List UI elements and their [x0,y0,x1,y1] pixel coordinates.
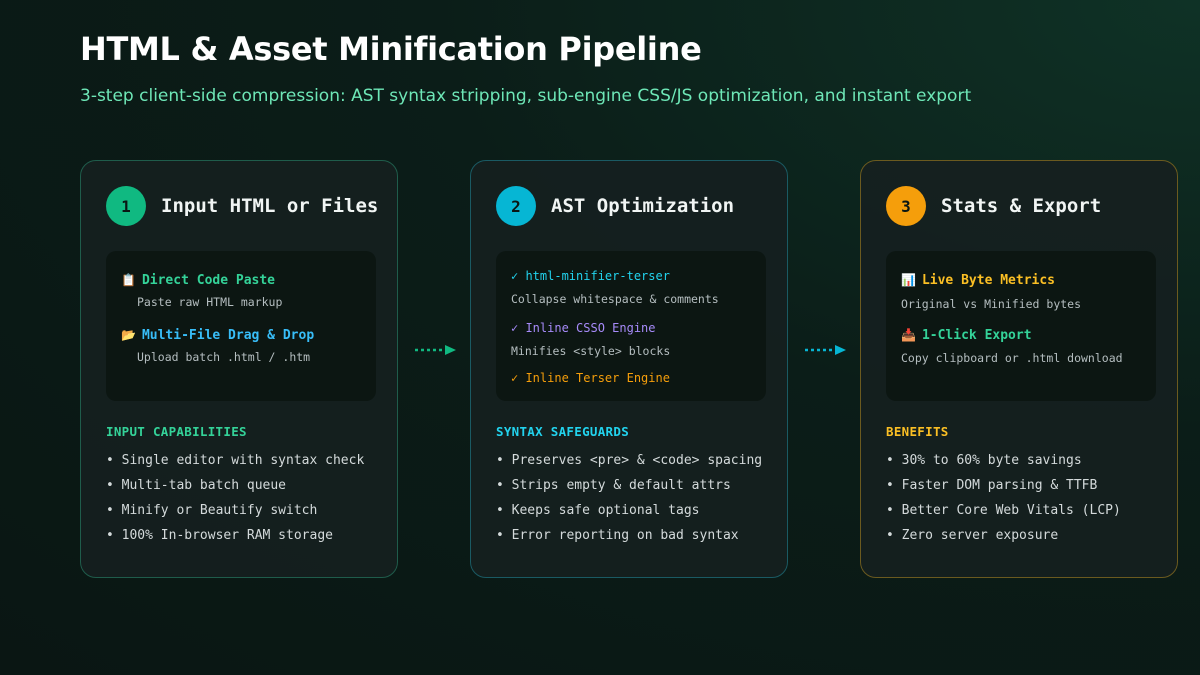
step-header: 1 Input HTML or Files [106,186,378,226]
list-item: • Single editor with syntax check [106,453,365,468]
list-item: • Error reporting on bad syntax [496,528,739,543]
engine-sub: Minifies <style> blocks [511,344,671,358]
page-subtitle: 3-step client-side compression: AST synt… [80,86,972,106]
folder-icon: 📂 [121,328,136,342]
benefit-list: • 30% to 60% byte savings • Faster DOM p… [886,451,1121,551]
feature-item-dragdrop: 📂 Multi-File Drag & Drop [121,328,314,343]
list-item: • 100% In-browser RAM storage [106,528,333,543]
section-heading: BENEFITS [886,424,949,439]
feature-item-metrics: 📊 Live Byte Metrics [901,273,1055,288]
list-item: • Strips empty & default attrs [496,478,731,493]
list-item: • Faster DOM parsing & TTFB [886,478,1098,493]
list-item: • Preserves <pre> & <code> spacing [496,453,763,468]
feature-panel: 📋 Direct Code Paste Paste raw HTML markup… [106,251,376,401]
step-card-ast: 2 AST Optimization ✓ html-minifier-terse… [470,160,788,578]
feature-label: Multi-File Drag & Drop [141,328,315,343]
feature-label: Live Byte Metrics [921,273,1056,288]
flow-arrow-icon [415,345,456,355]
step-header: 2 AST Optimization [496,186,734,226]
feature-sub: Paste raw HTML markup [137,295,283,309]
flow-arrow-icon [805,345,846,355]
step-title: Input HTML or Files [161,195,379,217]
chart-icon: 📊 [901,273,916,287]
feature-label: 1-Click Export [921,328,1032,343]
engine-sub: Collapse whitespace & comments [511,292,719,306]
engine-panel: ✓ html-minifier-terser Collapse whitespa… [496,251,766,401]
step-card-export: 3 Stats & Export 📊 Live Byte Metrics Orig… [860,160,1178,578]
section-heading: SYNTAX SAFEGUARDS [496,424,630,439]
feature-label: Direct Code Paste [141,273,276,288]
step-title: Stats & Export [941,195,1102,217]
list-item: • Zero server exposure [886,528,1059,543]
clipboard-icon: 📋 [121,273,136,287]
section-heading: INPUT CAPABILITIES [106,424,247,439]
step-header: 3 Stats & Export [886,186,1101,226]
feature-sub: Original vs Minified bytes [901,297,1082,311]
feature-sub: Copy clipboard or .html download [901,351,1123,365]
engine-html-minifier: ✓ html-minifier-terser [511,269,670,283]
engine-terser: ✓ Inline Terser Engine [511,371,670,385]
step-title: AST Optimization [551,195,735,217]
list-item: • 30% to 60% byte savings [886,453,1082,468]
list-item: • Multi-tab batch queue [106,478,287,493]
page-title: HTML & Asset Minification Pipeline [80,30,702,68]
list-item: • Minify or Beautify switch [106,503,318,518]
step-number-badge: 3 [886,186,926,226]
step-number-badge: 1 [106,186,146,226]
download-icon: 📥 [901,328,916,342]
feature-sub: Upload batch .html / .htm [137,350,311,364]
feature-item-paste: 📋 Direct Code Paste [121,273,275,288]
step-number-badge: 2 [496,186,536,226]
engine-csso: ✓ Inline CSSO Engine [511,321,656,335]
list-item: • Better Core Web Vitals (LCP) [886,503,1121,518]
list-item: • Keeps safe optional tags [496,503,700,518]
capability-list: • Single editor with syntax check • Mult… [106,451,364,551]
feature-item-export: 📥 1-Click Export [901,328,1032,343]
step-card-input: 1 Input HTML or Files 📋 Direct Code Paste… [80,160,398,578]
safeguard-list: • Preserves <pre> & <code> spacing • Str… [496,451,762,551]
export-panel: 📊 Live Byte Metrics Original vs Minified … [886,251,1156,401]
